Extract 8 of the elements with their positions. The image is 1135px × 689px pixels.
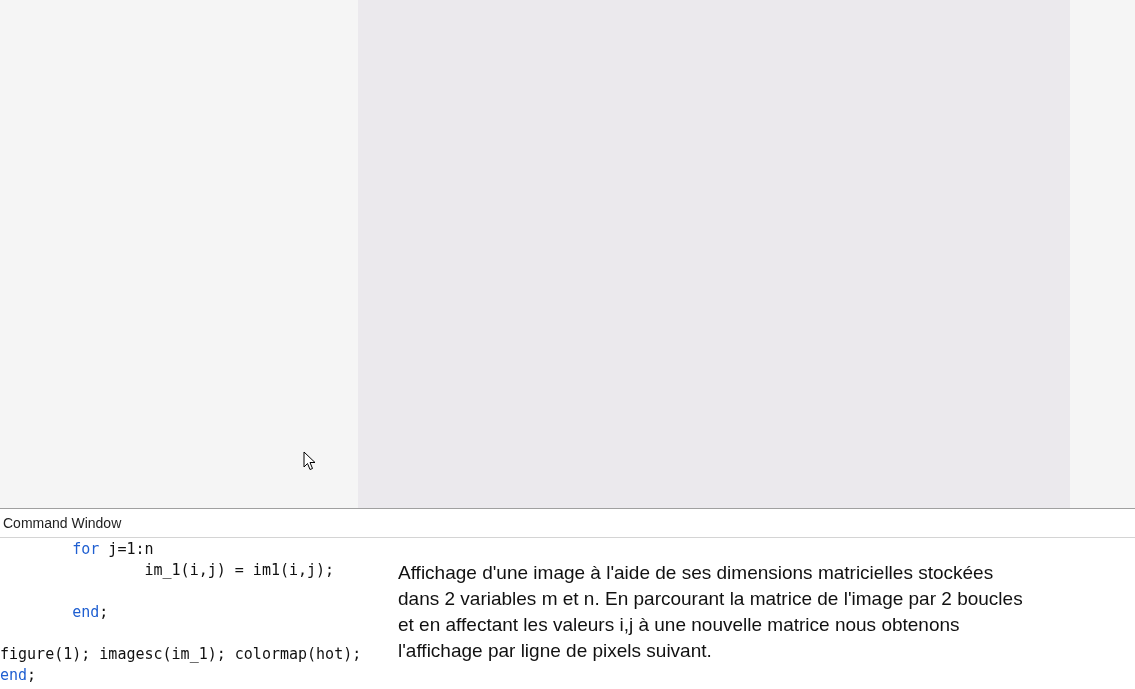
code-line: end; (71, 602, 109, 623)
panel-title: Command Window (3, 513, 122, 533)
description-text: Affichage d'une image à l'aide de ses dimensions matricielles stockées dans 2 variables m et n. En parcourant la matrice de l'image par 2 boucles et en affectant les valeurs i,j à une nouvelle matrice nous obtenons l'affichage par ligne de pixels suivant. (398, 561, 1024, 663)
code-line: for j=1:n (71, 539, 154, 560)
code-line: im_1(i,j) = im1(i,j); (143, 560, 335, 581)
code-line: end; (0, 665, 37, 686)
mouse-pointer-icon (303, 451, 316, 471)
code-line: figure(1); imagesc(im_1); colormap(hot); (0, 644, 362, 665)
